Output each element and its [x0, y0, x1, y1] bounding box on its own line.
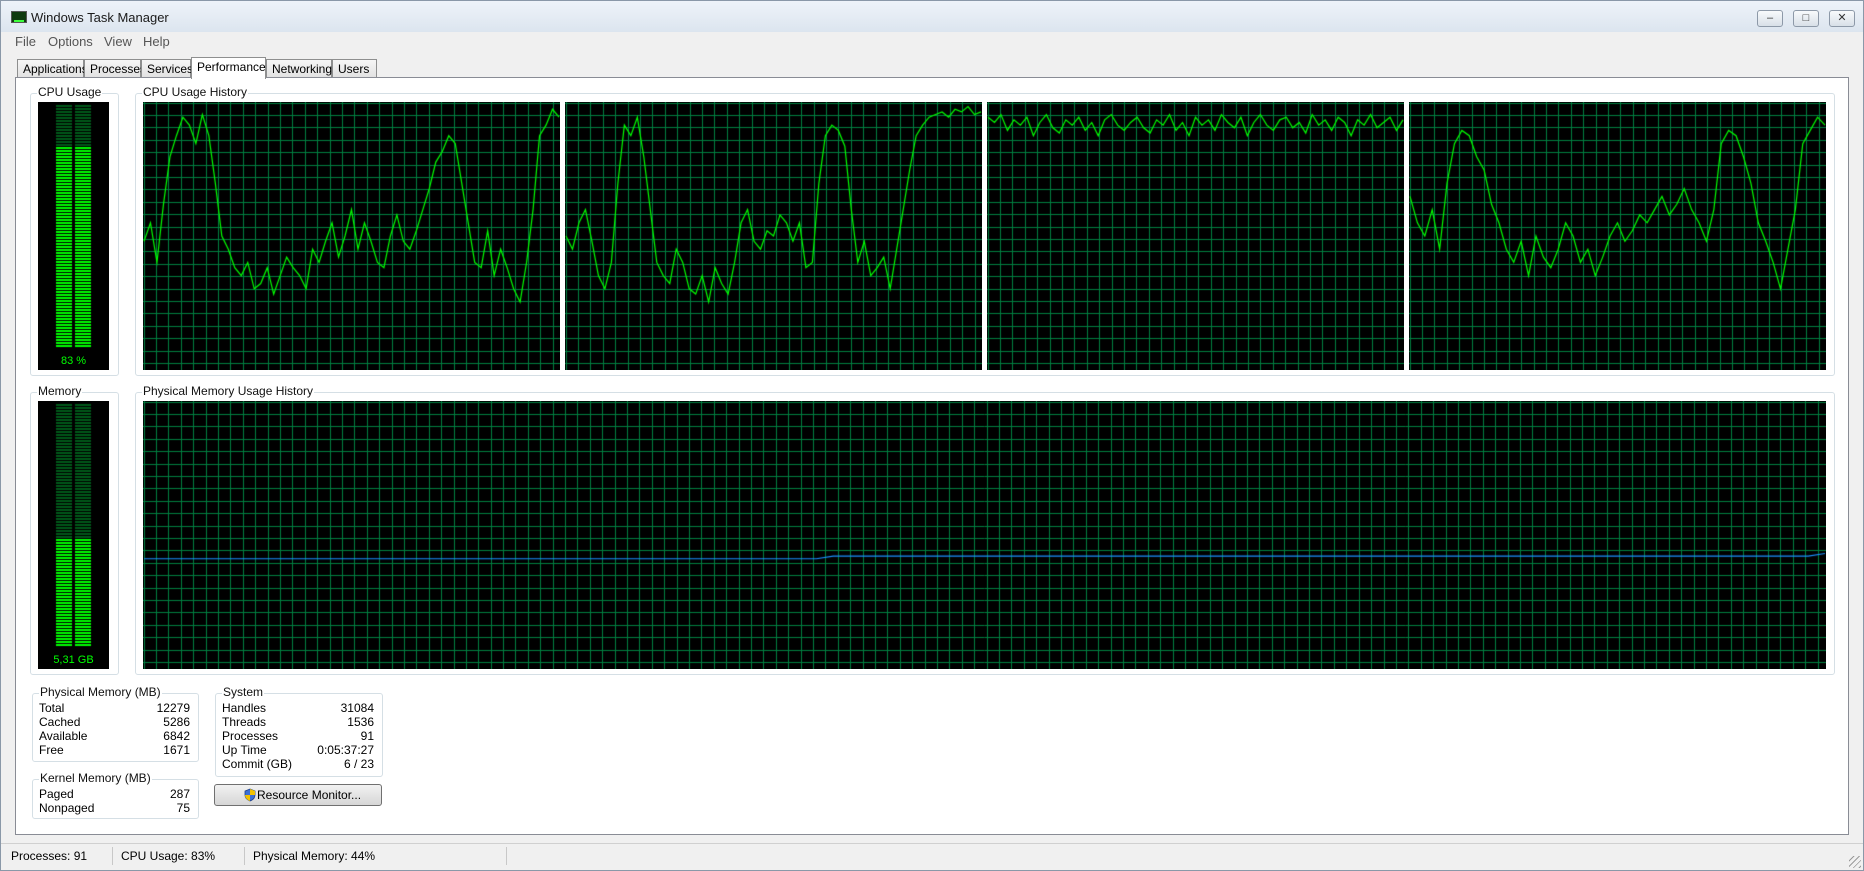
memory-meter: 5,31 GB [38, 401, 109, 669]
cpu-core-4-graph [1409, 102, 1826, 370]
cpu-core-3-graph [987, 102, 1404, 370]
menu-view[interactable]: View [104, 34, 132, 49]
cpu-core-2-graph [565, 102, 982, 370]
status-cpu-usage: CPU Usage: 83% [113, 847, 245, 865]
menu-bar: File Options View Help [1, 32, 1863, 52]
tab-performance[interactable]: Performance [191, 57, 266, 79]
stat-value: 1536 [347, 715, 374, 729]
tab-networking[interactable]: Networking [266, 59, 332, 77]
stat-row-commit: Commit (GB) 6 / 23 [222, 757, 374, 771]
title-bar[interactable]: Windows Task Manager – □ ✕ [1, 1, 1863, 32]
menu-options[interactable]: Options [48, 34, 93, 49]
window-title: Windows Task Manager [31, 10, 169, 25]
kernel-memory-title: Kernel Memory (MB) [39, 771, 152, 785]
tab-users[interactable]: Users [332, 59, 377, 77]
system-title: System [222, 685, 265, 699]
stat-row-cached: Cached 5286 [39, 715, 190, 729]
cpu-usage-meter: 83 % [38, 102, 109, 370]
status-processes: Processes: 91 [3, 847, 113, 865]
stat-label: Free [39, 743, 64, 757]
stat-row-nonpaged: Nonpaged 75 [39, 801, 190, 815]
cpu-core-4-plot [1409, 102, 1826, 370]
stat-label: Available [39, 729, 88, 743]
stat-label: Threads [222, 715, 267, 729]
kernel-memory-group: Kernel Memory (MB) Paged 287 Nonpaged 75 [32, 771, 199, 819]
memory-history-label: Physical Memory Usage History [142, 384, 315, 398]
minimize-icon: – [1766, 12, 1774, 24]
stat-row-threads: Threads 1536 [222, 715, 374, 729]
menu-help[interactable]: Help [143, 34, 170, 49]
stat-label: Cached [39, 715, 81, 729]
stat-value: 6842 [163, 729, 190, 743]
stat-value: 31084 [340, 701, 374, 715]
tab-applications[interactable]: Applications [17, 59, 88, 77]
stat-value: 75 [176, 801, 190, 815]
menu-file[interactable]: File [15, 34, 36, 49]
stat-value: 1671 [163, 743, 190, 757]
status-physical-memory: Physical Memory: 44% [245, 847, 507, 865]
stat-label: Paged [39, 787, 74, 801]
stat-row-free: Free 1671 [39, 743, 190, 757]
system-group: System Handles 31084 Threads 1536 Processe… [215, 685, 383, 777]
stat-value: 12279 [156, 701, 190, 715]
memory-label: Memory [37, 384, 83, 398]
stat-value: 0:05:37:27 [317, 743, 374, 757]
stat-row-total: Total 12279 [39, 701, 190, 715]
stat-row-paged: Paged 287 [39, 787, 190, 801]
resource-monitor-label: Resource Monitor... [257, 788, 362, 802]
task-manager-icon [11, 11, 27, 23]
close-button[interactable]: ✕ [1829, 10, 1855, 27]
resource-monitor-button[interactable]: Resource Monitor... [214, 784, 382, 806]
shield-icon [244, 788, 256, 802]
stat-label: Processes [222, 729, 279, 743]
stat-row-uptime: Up Time 0:05:37:27 [222, 743, 374, 757]
maximize-button[interactable]: □ [1793, 10, 1819, 27]
physical-memory-group: Physical Memory (MB) Total 12279 Cached 52… [32, 685, 199, 762]
memory-usage-value: 5,31 GB [53, 654, 94, 666]
close-icon: ✕ [1837, 12, 1847, 24]
tab-services[interactable]: Services [141, 59, 193, 77]
cpu-core-2-plot [565, 102, 982, 370]
stat-row-available: Available 6842 [39, 729, 190, 743]
stat-label: Commit (GB) [222, 757, 292, 771]
stat-row-processes: Processes 91 [222, 729, 374, 743]
stat-label: Total [39, 701, 65, 715]
resize-grip[interactable] [1849, 856, 1861, 868]
cpu-usage-label: CPU Usage [37, 85, 103, 99]
stat-value: 91 [360, 729, 374, 743]
maximize-icon: □ [1802, 12, 1810, 24]
memory-meter-bars [38, 401, 109, 651]
cpu-core-1-plot [143, 102, 560, 370]
task-manager-window: Windows Task Manager – □ ✕ File Options … [0, 0, 1864, 871]
cpu-core-3-plot [987, 102, 1404, 370]
cpu-history-label: CPU Usage History [142, 85, 249, 99]
stat-label: Nonpaged [39, 801, 95, 815]
stat-label: Handles [222, 701, 267, 715]
stat-value: 287 [169, 787, 190, 801]
stat-value: 6 / 23 [343, 757, 374, 771]
memory-history-graph [143, 401, 1826, 669]
cpu-core-1-graph [143, 102, 560, 370]
cpu-meter-bars [38, 102, 109, 352]
stat-label: Up Time [222, 743, 267, 757]
cpu-usage-value: 83 % [60, 355, 87, 367]
minimize-button[interactable]: – [1757, 10, 1783, 27]
memory-history-plot [143, 401, 1826, 669]
stat-value: 5286 [163, 715, 190, 729]
stat-row-handles: Handles 31084 [222, 701, 374, 715]
physical-memory-title: Physical Memory (MB) [39, 685, 162, 699]
tab-processes[interactable]: Processes [84, 59, 146, 77]
status-bar: Processes: 91 CPU Usage: 83% Physical Me… [1, 843, 1863, 870]
